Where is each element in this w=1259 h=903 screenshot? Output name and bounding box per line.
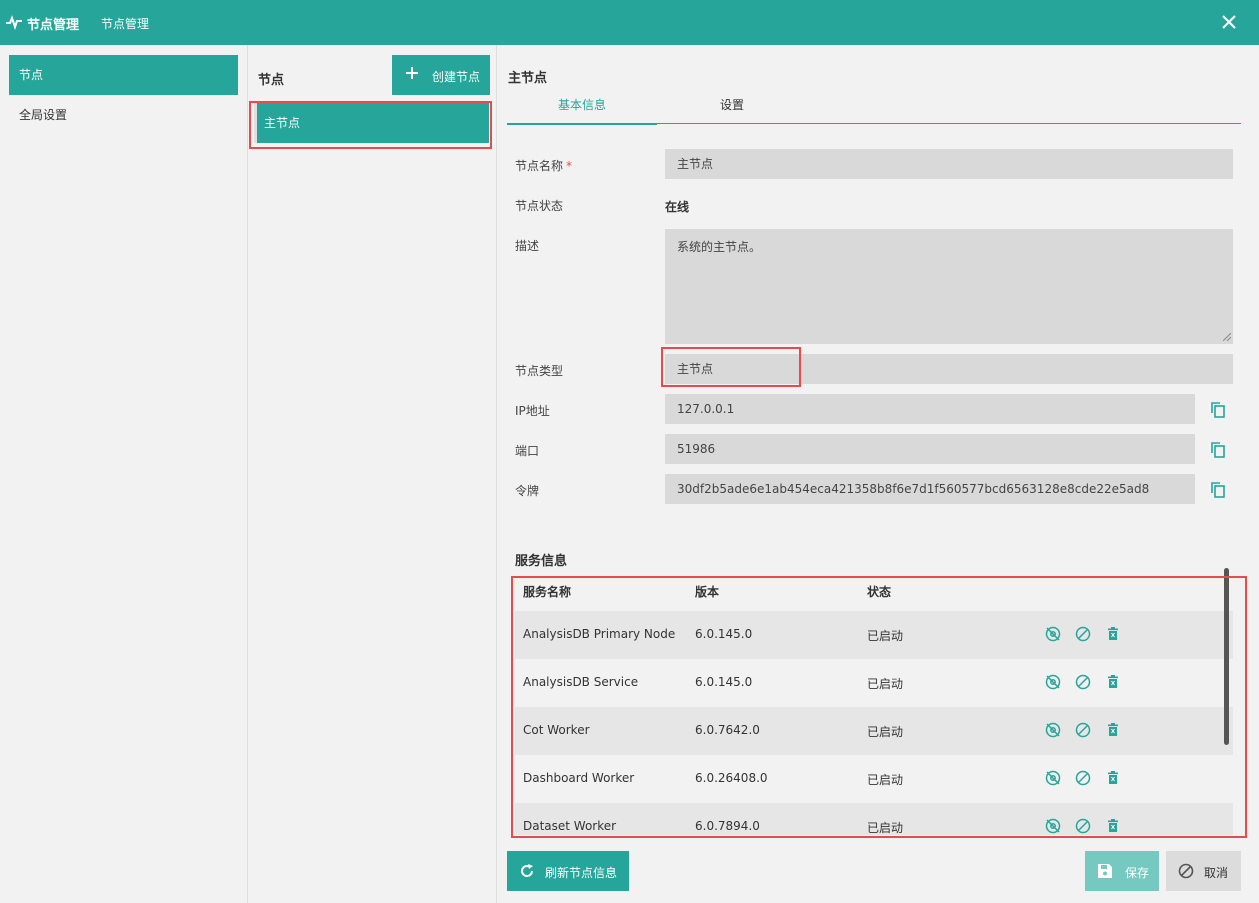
description-label: 描述 <box>515 239 540 253</box>
service-status: 已启动 <box>867 725 904 739</box>
service-row: AnalysisDB Service 6.0.145.0 已启动 <box>515 659 1233 707</box>
create-node-button[interactable]: 创建节点 <box>392 55 490 95</box>
ip-address-label: IP地址 <box>515 404 550 418</box>
service-name: Dataset Worker <box>523 819 617 833</box>
close-icon[interactable] <box>1219 12 1239 32</box>
service-status: 已启动 <box>867 773 904 787</box>
nav-item-nodes[interactable]: 节点 <box>9 55 238 95</box>
description-textarea[interactable]: 系统的主节点。 <box>665 229 1233 344</box>
nav-item-global-settings[interactable]: 全局设置 <box>9 95 238 135</box>
service-name: Dashboard Worker <box>523 771 635 785</box>
service-status: 已启动 <box>867 821 904 835</box>
service-name: Cot Worker <box>523 723 590 737</box>
service-status: 已启动 <box>867 629 904 643</box>
service-status: 已启动 <box>867 677 904 691</box>
col-header-status: 状态 <box>867 585 892 599</box>
delete-icon[interactable] <box>1104 769 1122 787</box>
node-detail-panel: 主节点 基本信息 设置 节点名称 * 主节点 节点状态 在线 描述 系统的主节点。… <box>498 45 1259 903</box>
delete-icon[interactable] <box>1104 721 1122 739</box>
plus-icon <box>406 67 418 79</box>
service-row: AnalysisDB Primary Node 6.0.145.0 已启动 <box>515 611 1233 659</box>
tab-underline <box>507 123 1241 124</box>
title-bar: 节点管理 节点管理 <box>0 0 1259 45</box>
save-icon <box>1098 864 1112 878</box>
hide-icon[interactable] <box>1044 625 1062 643</box>
pulse-logo-icon <box>6 15 22 30</box>
left-nav: 节点 全局设置 <box>0 45 248 903</box>
node-list-item-primary[interactable]: 主节点 <box>254 103 489 143</box>
stop-icon[interactable] <box>1074 817 1092 835</box>
app-title: 节点管理 <box>27 18 80 33</box>
cancel-icon <box>1178 863 1194 879</box>
window-subtitle: 节点管理 <box>101 17 150 31</box>
services-title: 服务信息 <box>515 554 568 569</box>
node-name-label: 节点名称 * <box>515 159 573 173</box>
token-field[interactable]: 30df2b5ade6e1ab454eca421358b8f6e7d1f5605… <box>665 474 1195 504</box>
tab-basic-info[interactable]: 基本信息 <box>507 90 657 125</box>
resize-handle-icon[interactable] <box>1223 333 1231 341</box>
node-list-panel: 节点 创建节点 主节点 <box>249 45 497 903</box>
col-header-version: 版本 <box>695 585 720 599</box>
tab-settings[interactable]: 设置 <box>657 90 807 125</box>
copy-port-icon[interactable] <box>1210 442 1226 458</box>
cancel-button[interactable]: 取消 <box>1166 851 1241 891</box>
cancel-label: 取消 <box>1204 866 1229 880</box>
service-name: AnalysisDB Primary Node <box>523 627 676 641</box>
stop-icon[interactable] <box>1074 721 1092 739</box>
save-button[interactable]: 保存 <box>1085 851 1159 891</box>
delete-icon[interactable] <box>1104 625 1122 643</box>
token-label: 令牌 <box>515 484 540 498</box>
node-detail-header: 主节点 <box>508 71 548 86</box>
refresh-label: 刷新节点信息 <box>545 866 618 880</box>
service-row: Dataset Worker 6.0.7894.0 已启动 <box>515 803 1233 835</box>
services-table: 服务名称 版本 状态 AnalysisDB Primary Node 6.0.14… <box>515 570 1233 835</box>
service-version: 6.0.7642.0 <box>695 723 760 737</box>
stop-icon[interactable] <box>1074 625 1092 643</box>
service-version: 6.0.145.0 <box>695 675 753 689</box>
node-type-field[interactable]: 主节点 <box>665 354 1233 384</box>
copy-token-icon[interactable] <box>1210 482 1226 498</box>
hide-icon[interactable] <box>1044 721 1062 739</box>
copy-ip-icon[interactable] <box>1210 402 1226 418</box>
stop-icon[interactable] <box>1074 769 1092 787</box>
refresh-icon <box>521 864 534 877</box>
hide-icon[interactable] <box>1044 769 1062 787</box>
port-field[interactable]: 51986 <box>665 434 1195 464</box>
services-scrollbar[interactable] <box>1224 568 1229 745</box>
service-name: AnalysisDB Service <box>523 675 639 689</box>
node-status-label: 节点状态 <box>515 199 564 213</box>
node-status-value: 在线 <box>665 200 690 214</box>
service-version: 6.0.145.0 <box>695 627 753 641</box>
service-row: Cot Worker 6.0.7642.0 已启动 <box>515 707 1233 755</box>
delete-icon[interactable] <box>1104 673 1122 691</box>
node-type-label: 节点类型 <box>515 364 564 378</box>
save-label: 保存 <box>1125 866 1150 880</box>
node-list-header: 节点 <box>258 73 285 88</box>
ip-address-field[interactable]: 127.0.0.1 <box>665 394 1195 424</box>
service-version: 6.0.7894.0 <box>695 819 760 833</box>
node-name-field[interactable]: 主节点 <box>665 149 1233 179</box>
service-row: Dashboard Worker 6.0.26408.0 已启动 <box>515 755 1233 803</box>
port-label: 端口 <box>515 444 540 458</box>
hide-icon[interactable] <box>1044 673 1062 691</box>
hide-icon[interactable] <box>1044 817 1062 835</box>
refresh-node-info-button[interactable]: 刷新节点信息 <box>507 851 629 891</box>
create-node-label: 创建节点 <box>432 70 481 84</box>
stop-icon[interactable] <box>1074 673 1092 691</box>
delete-icon[interactable] <box>1104 817 1122 835</box>
service-version: 6.0.26408.0 <box>695 771 768 785</box>
col-header-service-name: 服务名称 <box>523 585 572 599</box>
